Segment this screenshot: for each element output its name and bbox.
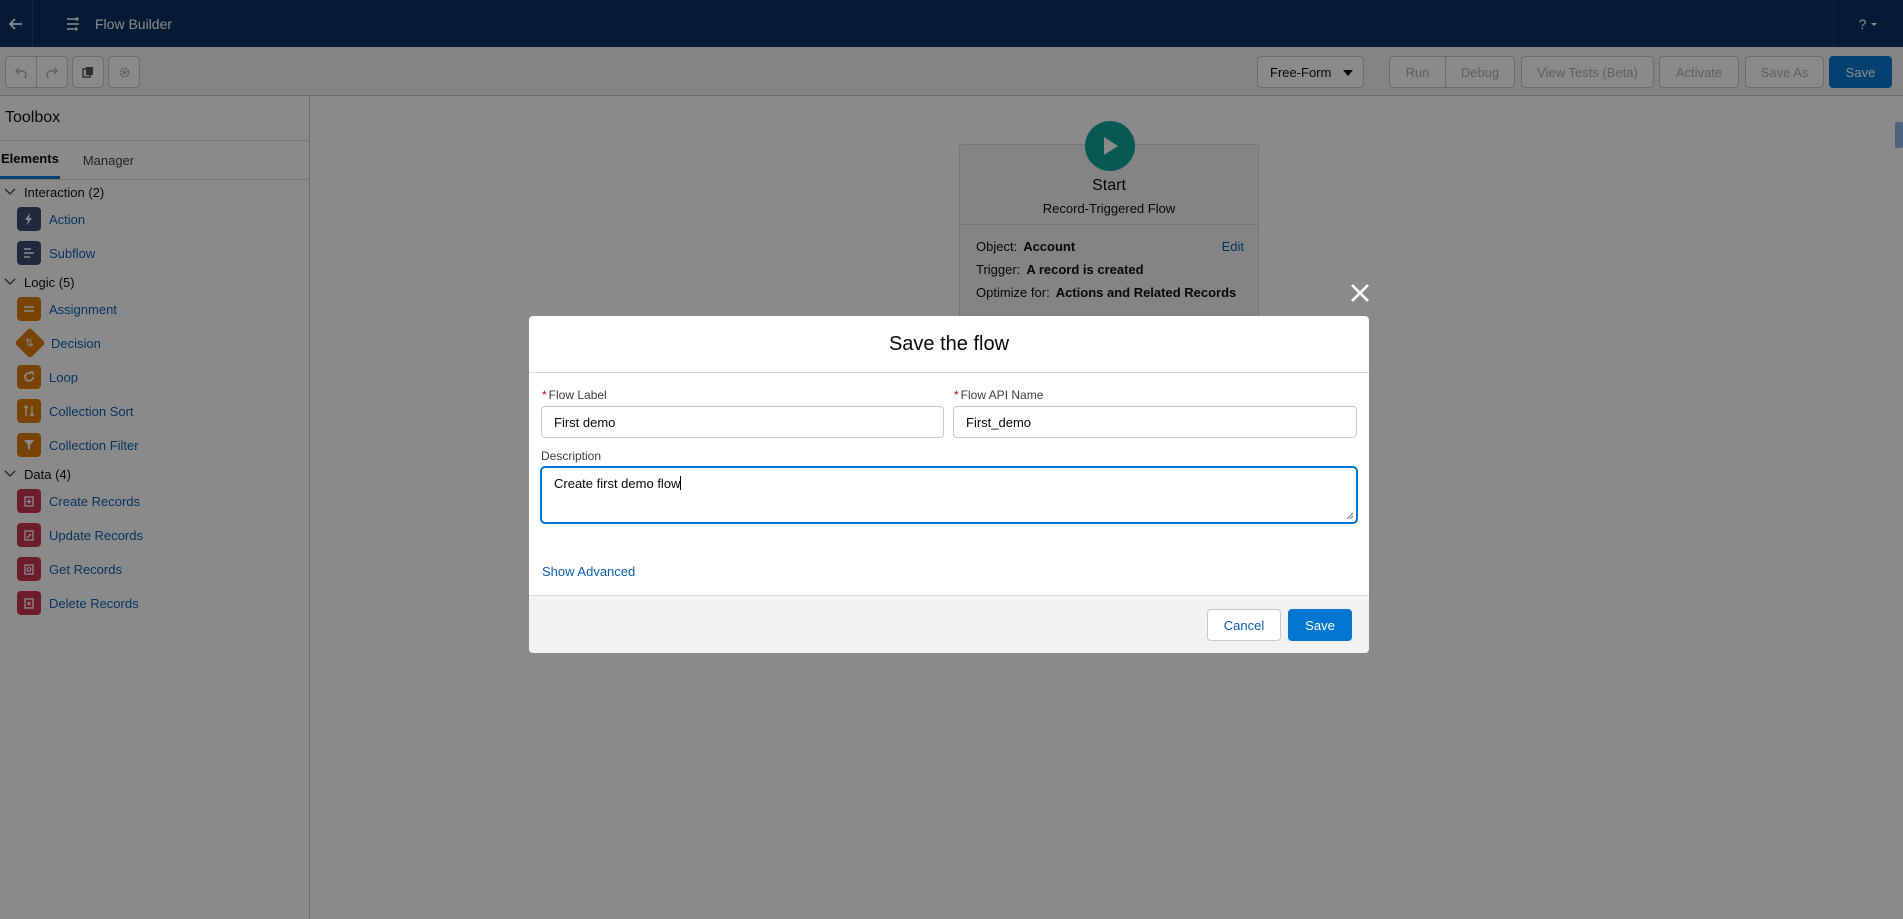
required-marker: * xyxy=(542,388,547,402)
modal-close-button[interactable] xyxy=(1346,279,1374,307)
description-label: Description xyxy=(541,449,602,463)
flow-label-text: Flow Label xyxy=(548,388,607,402)
flow-label-input[interactable]: First demo xyxy=(541,406,944,438)
description-textarea[interactable]: Create first demo flow xyxy=(541,467,1357,523)
flow-label-label: * Flow Label xyxy=(542,388,607,402)
modal-footer: Cancel Save xyxy=(529,595,1369,653)
required-marker: * xyxy=(954,388,959,402)
close-icon xyxy=(1351,284,1369,302)
save-flow-modal: Save the flow * Flow Label First demo * Fl… xyxy=(529,316,1369,653)
description-value: Create first demo flow xyxy=(554,476,681,491)
modal-title: Save the flow xyxy=(529,316,1369,373)
text-cursor xyxy=(680,476,682,490)
flow-api-name-label: * Flow API Name xyxy=(954,388,1043,402)
cancel-button[interactable]: Cancel xyxy=(1207,609,1281,641)
resize-handle-icon[interactable] xyxy=(1346,512,1354,520)
modal-body: * Flow Label First demo * Flow API Name Fi… xyxy=(529,373,1369,591)
show-advanced-link[interactable]: Show Advanced xyxy=(542,564,635,579)
save-button[interactable]: Save xyxy=(1288,609,1352,641)
flow-api-name-input[interactable]: First_demo xyxy=(953,406,1357,438)
flow-api-name-text: Flow API Name xyxy=(960,388,1044,402)
